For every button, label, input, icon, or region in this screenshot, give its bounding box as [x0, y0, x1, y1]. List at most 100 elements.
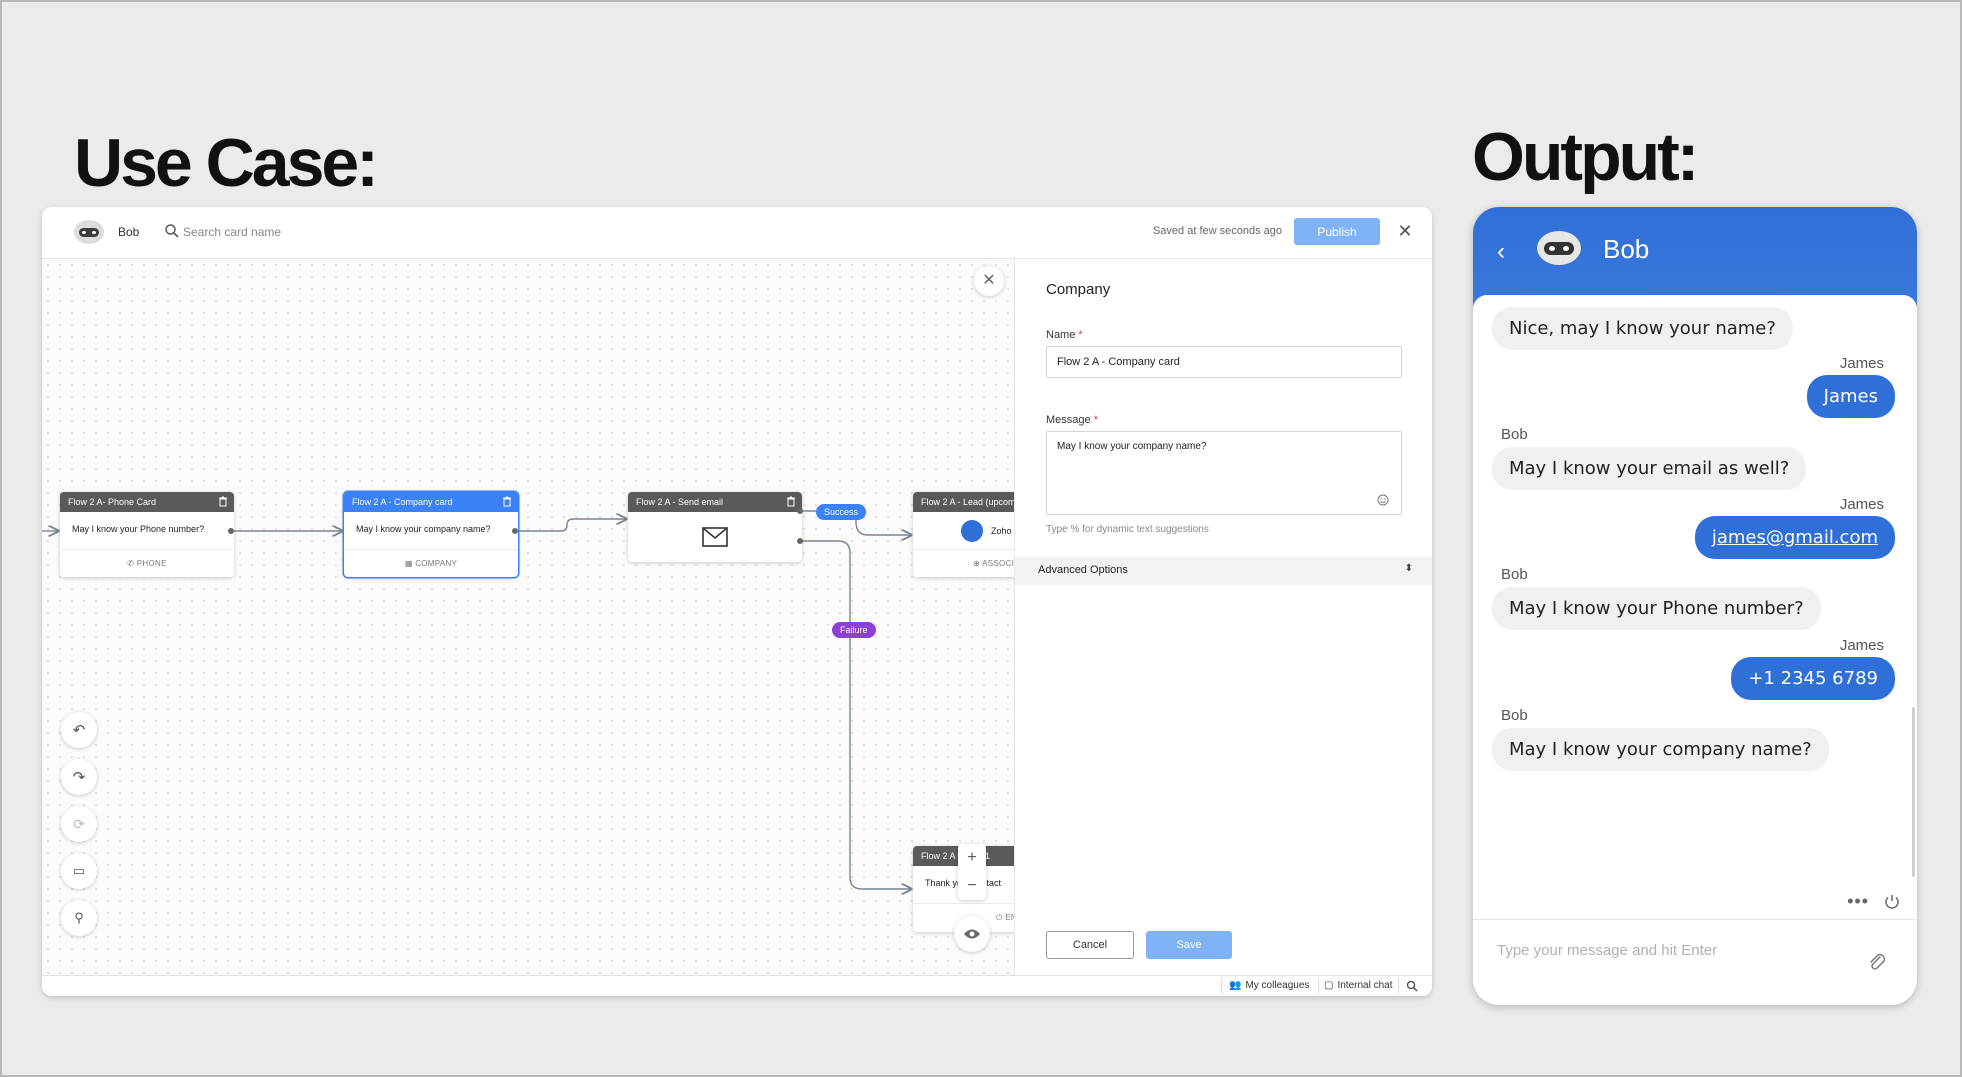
chat-scrollbar[interactable]: [1912, 707, 1915, 877]
chat-message-input[interactable]: Type your message and hit Enter: [1497, 942, 1717, 959]
redo-icon: ↷: [72, 769, 86, 786]
builder-topbar: Bob Search card name Saved at few second…: [42, 207, 1432, 259]
advanced-options-label: Advanced Options: [1038, 564, 1128, 576]
chat-icon: ▢: [1324, 980, 1334, 991]
undo-icon: ↶: [72, 722, 86, 739]
internal-chat-link[interactable]: ▢ Internal chat: [1324, 980, 1393, 991]
emoji-icon[interactable]: [1377, 494, 1389, 506]
envelope-icon: [702, 527, 728, 547]
cancel-button[interactable]: Cancel: [1046, 931, 1134, 959]
colleagues-label: My colleagues: [1245, 980, 1310, 991]
sender-name: Bob: [1501, 566, 1528, 583]
paperclip-icon[interactable]: [1867, 952, 1887, 974]
card-title: Flow 2 A - Company card: [352, 497, 453, 507]
sender-name: James: [1839, 355, 1884, 372]
failure-label: Failure: [832, 622, 876, 638]
required-mark: *: [1078, 329, 1083, 341]
user-message: +1 2345 6789: [1731, 657, 1895, 700]
saved-status: Saved at few seconds ago: [1152, 225, 1282, 237]
use-case-heading: Use Case:: [74, 125, 379, 201]
bot-message: May I know your company name?: [1492, 728, 1829, 771]
dynamic-text-hint: Type % for dynamic text suggestions: [1046, 524, 1209, 535]
sort-chevron-icon: ⬍: [1404, 563, 1413, 574]
undo-button[interactable]: ↶: [61, 712, 97, 748]
success-port[interactable]: [797, 508, 803, 514]
chat-bot-avatar: [1537, 231, 1581, 265]
internal-chat-label: Internal chat: [1337, 980, 1393, 991]
flow-card-company[interactable]: Flow 2 A - Company card May I know your …: [344, 492, 518, 577]
card-type: PHONE: [136, 559, 167, 568]
publish-button[interactable]: Publish: [1294, 218, 1380, 245]
search-card-input[interactable]: Search card name: [183, 225, 281, 239]
builder-bot-name: Bob: [118, 225, 140, 239]
integration-name: Zoho: [991, 525, 1012, 536]
card-title: Flow 2 A - Lead (upcom: [921, 497, 1014, 507]
card-type: ASSOCIATI: [982, 559, 1014, 568]
associate-icon: ⊕: [973, 559, 983, 568]
card-message: May I know your Phone number?: [60, 512, 234, 550]
card-title: Flow 2 A - Send email: [636, 497, 724, 507]
close-builder-icon[interactable]: ✕: [1394, 220, 1416, 242]
card-type: COMPANY: [415, 559, 458, 568]
bot-message: May I know your email as well?: [1492, 447, 1807, 490]
trash-icon[interactable]: [218, 496, 228, 507]
chat-input-bar[interactable]: Type your message and hit Enter: [1473, 919, 1917, 1005]
flow-canvas[interactable]: Flow 2 A- Phone Card May I know your Pho…: [42, 259, 1014, 975]
chat-header: ‹ Bob: [1473, 207, 1917, 307]
message-text: May I know your company name?: [1057, 441, 1207, 452]
bot-avatar: [74, 220, 104, 244]
zoom-in-button[interactable]: +: [958, 844, 986, 872]
card-title: Flow 2 A- Phone Card: [68, 497, 157, 507]
flow-card-lead[interactable]: Flow 2 A - Lead (upcom Zoho ⊕ ASSOCIATI: [913, 492, 1014, 577]
zoom-out-button[interactable]: −: [958, 872, 986, 900]
monitor-icon: ▭: [72, 863, 86, 878]
card-output-port[interactable]: [228, 528, 234, 534]
sender-name: Bob: [1501, 707, 1528, 724]
card-name-input[interactable]: Flow 2 A - Company card: [1046, 346, 1402, 378]
preview-button[interactable]: [954, 916, 990, 952]
message-textarea[interactable]: May I know your company name?: [1046, 431, 1402, 515]
failure-port[interactable]: [797, 538, 803, 544]
bot-builder-window: Bob Search card name Saved at few second…: [42, 207, 1432, 996]
eye-icon: [964, 929, 980, 939]
flow-card-phone[interactable]: Flow 2 A- Phone Card May I know your Pho…: [60, 492, 234, 577]
output-heading: Output:: [1472, 119, 1699, 195]
preview-screen-button[interactable]: ▭: [61, 853, 97, 889]
redo-button[interactable]: ↷: [61, 759, 97, 795]
zoho-crm-icon: [961, 519, 983, 542]
success-label: Success: [816, 504, 867, 520]
builder-footer: 👥 My colleagues ▢ Internal chat: [42, 975, 1432, 996]
advanced-options-toggle[interactable]: Advanced Options ⬍: [1015, 557, 1432, 585]
my-colleagues-link[interactable]: 👥 My colleagues: [1229, 980, 1309, 991]
flow-connectors: [42, 510, 1014, 975]
footer-search-icon[interactable]: [1406, 980, 1418, 992]
card-message: May I know your company name?: [344, 512, 518, 550]
save-button[interactable]: Save: [1146, 931, 1232, 959]
card-output-port[interactable]: [512, 528, 518, 534]
panel-title: Company: [1046, 281, 1111, 298]
close-panel-button[interactable]: ✕: [974, 266, 1004, 296]
refresh-icon: ⟳: [73, 815, 85, 832]
name-label: Name: [1046, 329, 1076, 341]
user-email-link[interactable]: james@gmail.com: [1694, 516, 1895, 559]
flow-card-send-email[interactable]: Flow 2 A - Send email: [628, 492, 802, 562]
wrench-icon: ⚲: [74, 910, 84, 925]
trash-icon[interactable]: [502, 496, 512, 507]
sender-name: James: [1839, 496, 1884, 513]
back-chevron-icon[interactable]: ‹: [1497, 238, 1505, 266]
user-message: James: [1806, 375, 1895, 418]
sender-name: James: [1839, 637, 1884, 654]
power-icon[interactable]: [1883, 893, 1901, 911]
settings-tool-button[interactable]: ⚲: [61, 900, 97, 936]
chat-messages[interactable]: Nice, may I know your name? James James …: [1473, 295, 1917, 920]
more-options-icon[interactable]: •••: [1847, 891, 1869, 912]
edge-email-failure: [800, 540, 911, 889]
required-mark: *: [1093, 414, 1098, 426]
chat-widget: ‹ Bob Nice, may I know your name? James …: [1473, 207, 1917, 1005]
trash-icon[interactable]: [786, 496, 796, 507]
bot-message: Nice, may I know your name?: [1492, 307, 1793, 350]
people-icon: 👥: [1229, 980, 1242, 991]
message-label: Message: [1046, 414, 1091, 426]
chat-bot-name: Bob: [1603, 234, 1650, 264]
refresh-button[interactable]: ⟳: [61, 806, 97, 842]
